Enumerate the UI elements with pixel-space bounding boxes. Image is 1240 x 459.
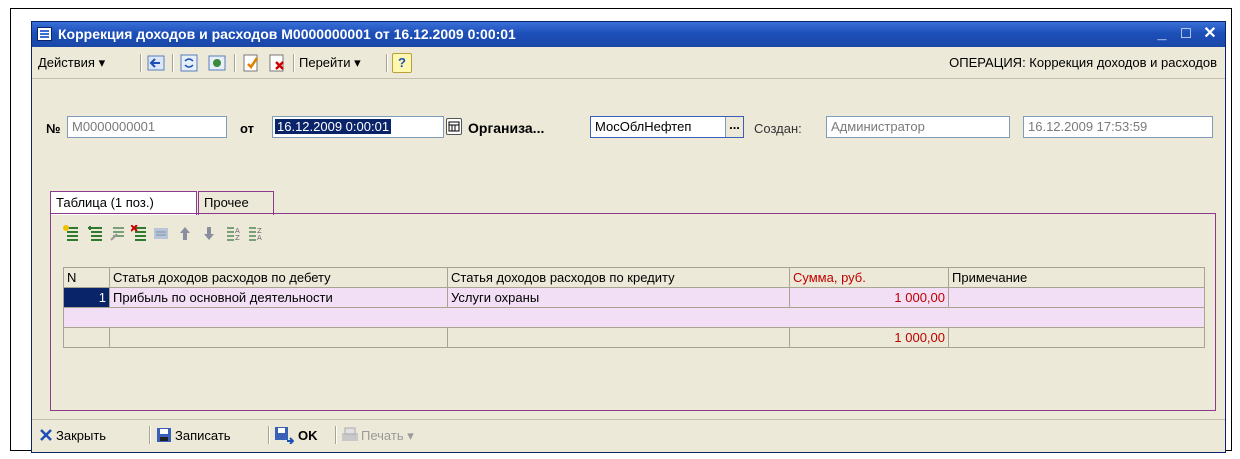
copy-row-icon[interactable] <box>87 225 103 241</box>
move-down-icon[interactable] <box>201 225 217 241</box>
toolbar-separator <box>293 54 295 72</box>
minimize-button[interactable]: _ <box>1151 24 1173 44</box>
empty-area[interactable] <box>63 307 1205 328</box>
footer-separator <box>149 426 151 444</box>
actions-menu[interactable]: Действия ▾ <box>38 52 105 74</box>
total-sum: 1 000,00 <box>789 327 949 348</box>
date-label: от <box>240 121 254 136</box>
document-window: Коррекция доходов и расходов М0000000001… <box>31 21 1226 453</box>
toolbar-separator <box>140 54 142 72</box>
save-button[interactable]: Записать <box>175 425 231 447</box>
svg-text:Z: Z <box>235 234 240 241</box>
tab-table[interactable]: Таблица (1 поз.) <box>50 191 197 215</box>
print-button[interactable]: Печать ▾ <box>361 425 414 447</box>
column-header-sum[interactable]: Сумма, руб. <box>789 267 949 288</box>
column-header-credit[interactable]: Статья доходов расходов по кредиту <box>447 267 790 288</box>
organization-value: МосОблНефтеп <box>595 119 692 134</box>
cell-debit[interactable]: Прибыль по основной деятельности <box>109 287 448 308</box>
totals-row: 1 000,00 <box>63 327 1205 348</box>
created-label: Создан: <box>754 121 802 136</box>
footer-separator <box>268 426 270 444</box>
total-cell-credit <box>447 327 790 348</box>
organization-select-button[interactable]: ... <box>725 117 743 137</box>
toolbar-separator <box>172 54 174 72</box>
delete-row-icon[interactable] <box>130 224 147 241</box>
calendar-icon[interactable] <box>446 118 462 135</box>
post-document-icon[interactable] <box>241 53 261 73</box>
footer-bar: Закрыть Записать OK Печать ▾ <box>32 420 1225 452</box>
add-row-icon[interactable] <box>63 225 79 241</box>
move-up-icon[interactable] <box>177 225 193 241</box>
total-cell-note <box>948 327 1205 348</box>
tab-other[interactable]: Прочее <box>198 191 274 215</box>
sort-descending-icon[interactable]: ZA <box>247 225 263 242</box>
window-icon <box>37 27 52 41</box>
close-window-button[interactable]: ✕ <box>1199 24 1221 44</box>
column-header-n[interactable]: N <box>63 267 110 288</box>
window-title: Коррекция доходов и расходов М0000000001… <box>58 26 516 42</box>
close-icon[interactable] <box>38 427 54 443</box>
sort-ascending-icon[interactable]: AZ <box>225 225 241 242</box>
footer-separator <box>335 426 337 444</box>
table-row[interactable]: 1 Прибыль по основной деятельности Услуг… <box>63 287 1205 308</box>
structure-icon[interactable] <box>207 53 227 73</box>
help-icon[interactable]: ? <box>392 53 412 73</box>
cell-credit[interactable]: Услуги охраны <box>447 287 790 308</box>
column-header-note[interactable]: Примечание <box>948 267 1205 288</box>
toolbar-separator <box>386 54 388 72</box>
goto-menu[interactable]: Перейти ▾ <box>299 52 361 74</box>
close-button[interactable]: Закрыть <box>56 425 106 447</box>
created-by-field: Администратор <box>826 116 1010 138</box>
table-header-row: N Статья доходов расходов по дебету Стат… <box>63 267 1205 288</box>
empty-grid-area[interactable] <box>63 307 1205 328</box>
operation-label: ОПЕРАЦИЯ: Коррекция доходов и расходов <box>949 55 1217 70</box>
toolbar: Действия ▾ Перейти ▾ ? ОПЕРАЦИЯ: Коррекц… <box>32 48 1225 78</box>
cell-n[interactable]: 1 <box>63 287 110 308</box>
save-icon[interactable] <box>156 427 172 443</box>
toolbar-separator <box>234 54 236 72</box>
print-icon[interactable] <box>341 427 359 443</box>
date-value: 16.12.2009 0:00:01 <box>275 119 392 134</box>
cell-sum[interactable]: 1 000,00 <box>789 287 949 308</box>
date-field[interactable]: 16.12.2009 0:00:01 <box>272 116 444 138</box>
edit-row-icon[interactable] <box>109 225 125 241</box>
number-field[interactable]: М0000000001 <box>67 116 227 138</box>
total-cell-n <box>63 327 110 348</box>
data-table: N Статья доходов расходов по дебету Стат… <box>63 267 1205 348</box>
total-cell-debit <box>109 327 448 348</box>
toolbar-divider <box>32 78 1225 79</box>
back-arrow-icon[interactable] <box>146 53 166 73</box>
cell-note[interactable] <box>948 287 1205 308</box>
organization-field[interactable]: МосОблНефтеп ... <box>590 116 744 138</box>
column-header-debit[interactable]: Статья доходов расходов по дебету <box>109 267 448 288</box>
maximize-button[interactable]: □ <box>1175 24 1197 44</box>
end-edit-icon[interactable] <box>153 225 169 241</box>
created-date-field: 16.12.2009 17:53:59 <box>1023 116 1213 138</box>
organization-label: Организа... <box>468 120 545 136</box>
refresh-icon[interactable] <box>179 53 199 73</box>
unpost-document-icon[interactable] <box>267 53 287 73</box>
svg-text:A: A <box>257 234 262 241</box>
save-and-close-icon[interactable] <box>274 426 295 445</box>
tab-content: AZ ZA N Статья доходов расходов по дебет… <box>50 213 1216 411</box>
ok-button[interactable]: OK <box>298 425 318 447</box>
number-label: № <box>46 121 61 136</box>
title-bar[interactable]: Коррекция доходов и расходов М0000000001… <box>32 22 1225 47</box>
